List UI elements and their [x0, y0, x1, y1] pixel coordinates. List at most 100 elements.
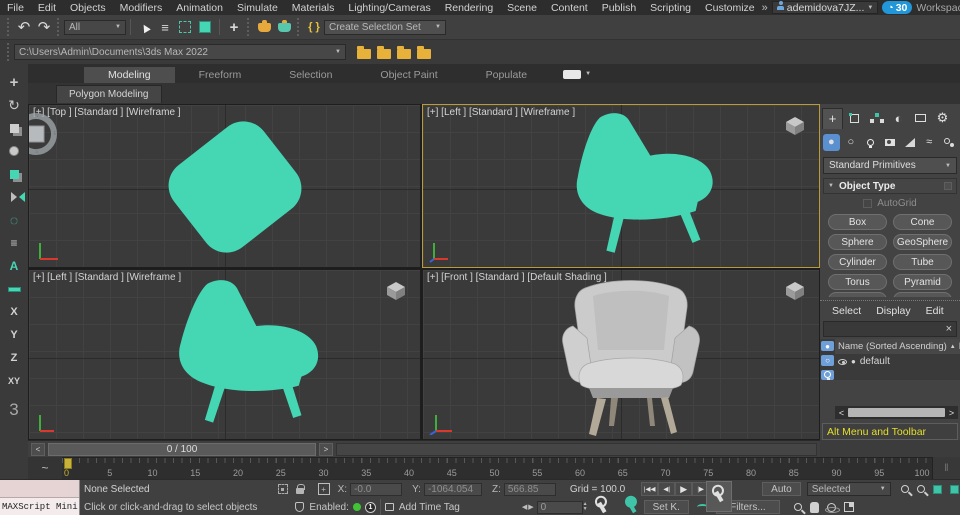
menu-overflow-chevron-icon[interactable]: »	[762, 2, 768, 14]
explorer-menu-edit[interactable]: Edit	[926, 305, 944, 317]
filter-geometry-icon[interactable]: ●	[821, 341, 834, 352]
zoom-all-icon[interactable]	[916, 485, 925, 493]
toolbar-grip[interactable]	[7, 18, 11, 36]
select-and-move-icon[interactable]: +	[3, 72, 25, 92]
project-folder-settings-icon[interactable]	[354, 42, 374, 62]
geosphere-button[interactable]: GeoSphere	[893, 234, 952, 250]
create-tab-plus-icon[interactable]: +	[822, 107, 843, 129]
menu-edit[interactable]: Edit	[31, 2, 63, 14]
systems-category-icon[interactable]	[940, 134, 957, 151]
menu-objects[interactable]: Objects	[63, 2, 113, 14]
box-button[interactable]: Box	[828, 214, 887, 230]
create-selection-set-dropdown[interactable]: Create Selection Set ▼	[324, 19, 446, 35]
menu-simulate[interactable]: Simulate	[230, 2, 285, 14]
viewport-top-label[interactable]: [+] [Top ] [Standard ] [Wireframe ]	[33, 107, 181, 118]
maximize-viewport-toggle-icon[interactable]	[843, 502, 854, 512]
hierarchy-tab-icon[interactable]	[866, 108, 887, 129]
select-by-name-icon[interactable]: ≡	[155, 17, 175, 37]
set-keys-big-button[interactable]	[706, 481, 732, 512]
modify-tab-icon[interactable]	[844, 108, 865, 129]
axis-constraint-y[interactable]: Y	[3, 325, 25, 345]
play-animation-icon[interactable]: ▶	[675, 482, 693, 496]
spacewarps-category-icon[interactable]: ≈	[921, 134, 938, 151]
scrollbar-track[interactable]	[848, 408, 945, 417]
chevron-down-icon[interactable]: ▼	[585, 71, 591, 77]
selection-lock-icon[interactable]	[295, 484, 305, 494]
viewport-left-top-label[interactable]: [+] [Left ] [Standard ] [Wireframe ]	[427, 107, 575, 118]
menu-scripting[interactable]: Scripting	[643, 2, 698, 14]
add-time-tag[interactable]: Add Time Tag	[399, 502, 460, 513]
filter-lights-icon[interactable]	[821, 369, 834, 381]
frame-step-back-icon[interactable]: ◀	[522, 503, 527, 511]
cylinder-button[interactable]: Cylinder	[828, 254, 887, 270]
clipped-button[interactable]	[893, 292, 952, 297]
orbit-icon[interactable]	[824, 502, 840, 513]
filter-shapes-icon[interactable]: ○	[821, 355, 834, 366]
crossing-selection-icon[interactable]	[195, 17, 215, 37]
viewcube-top-view[interactable]: N W E S	[29, 113, 57, 155]
tube-button[interactable]: Tube	[893, 254, 952, 270]
viewport-left-bottom[interactable]: [+] [Left ] [Standard ] [Wireframe ]	[28, 269, 421, 440]
viewport-front[interactable]: [+] [Front ] [Standard ] [Default Shadin…	[422, 269, 820, 440]
time-slider-handle[interactable]: 0 / 100	[48, 442, 316, 456]
isolate-selection-icon[interactable]	[277, 484, 288, 494]
undo-icon[interactable]: ↶	[14, 17, 34, 37]
explorer-header-row[interactable]: Name (Sorted Ascending) ▲ Frozen	[835, 339, 960, 354]
quick-align-icon[interactable]: A	[3, 256, 25, 276]
menu-modifiers[interactable]: Modifiers	[113, 2, 170, 14]
menu-scene[interactable]: Scene	[500, 2, 544, 14]
trial-timer-badge[interactable]: ◔ 30	[882, 1, 913, 14]
display-tab-icon[interactable]	[910, 108, 931, 129]
project-path-dropdown[interactable]: C:\Users\Admin\Documents\3ds Max 2022 ▼	[14, 44, 346, 60]
toolbar-grip[interactable]	[247, 18, 251, 36]
transform-type-in-icon[interactable]: +	[317, 483, 330, 495]
toolbar-grip[interactable]	[7, 43, 11, 61]
axis-constraint-x[interactable]: X	[3, 302, 25, 322]
set-key-button[interactable]: Set K.	[643, 500, 689, 514]
tab-object-paint[interactable]: Object Paint	[356, 67, 461, 83]
object-type-rollout[interactable]: ▼ Object Type	[823, 178, 957, 194]
axis-constraint-xy[interactable]: XY	[3, 371, 25, 391]
align-icon[interactable]: ≡	[3, 233, 25, 253]
helpers-category-icon[interactable]	[901, 134, 918, 151]
current-frame-field[interactable]: 0	[536, 500, 583, 514]
select-and-move-icon[interactable]: +	[224, 17, 244, 37]
scene-security-shield-icon[interactable]	[295, 502, 305, 512]
scroll-right-icon[interactable]: >	[945, 408, 958, 418]
trackbar-end-handle[interactable]: ‖	[932, 457, 960, 479]
maxscript-mini-input[interactable]	[0, 480, 79, 498]
polygon-modeling-panel[interactable]: Polygon Modeling	[56, 84, 162, 103]
zoom-extents-all-icon[interactable]	[949, 484, 959, 494]
maxscript-mini-listener[interactable]: MAXScript Mini	[0, 480, 80, 515]
explorer-menu-select[interactable]: Select	[832, 305, 861, 317]
new-folder-icon[interactable]	[374, 42, 394, 62]
menu-animation[interactable]: Animation	[169, 2, 230, 14]
frame-step-forward-icon[interactable]: ▶	[528, 503, 533, 511]
mirror-icon[interactable]	[3, 187, 25, 207]
menu-publish[interactable]: Publish	[595, 2, 643, 14]
folder-nodes-icon[interactable]	[414, 42, 434, 62]
motion-tab-icon[interactable]: ◐	[888, 108, 909, 129]
toolbar-grip[interactable]	[297, 18, 301, 36]
viewcube-mini[interactable]	[384, 280, 408, 302]
geometry-category-icon[interactable]: ●	[823, 133, 840, 151]
rollout-pin-icon[interactable]	[944, 182, 952, 190]
time-slider-forward-icon[interactable]: >	[319, 442, 333, 456]
clear-search-icon[interactable]: ×	[946, 323, 952, 335]
viewport-left-top[interactable]: [+] [Left ] [Standard ] [Wireframe ]	[422, 104, 820, 268]
maxscript-mini-label[interactable]: MAXScript Mini	[0, 498, 79, 515]
viewport-front-label[interactable]: [+] [Front ] [Standard ] [Default Shadin…	[427, 272, 607, 283]
redo-icon[interactable]: ↷	[34, 17, 54, 37]
cone-button[interactable]: Cone	[893, 214, 952, 230]
render-production-teapot-icon[interactable]	[274, 17, 294, 37]
toolbar-grip[interactable]	[57, 18, 61, 36]
shapes-category-icon[interactable]: ○	[843, 134, 860, 151]
select-and-scale-icon[interactable]	[3, 118, 25, 138]
explorer-row-default[interactable]: ● default	[835, 354, 960, 369]
ribbon-config-icon[interactable]	[563, 70, 582, 79]
set-key-filters-key-icon[interactable]	[627, 501, 637, 513]
maxscript-braces-icon[interactable]: { }	[304, 17, 324, 37]
viewport-top[interactable]: [+] [Top ] [Standard ] [Wireframe ] N W …	[28, 104, 421, 268]
menu-materials[interactable]: Materials	[285, 2, 342, 14]
timeline-ruler[interactable]: 0 5 10 15 20 25 30 35 40 45 50 55 60 65 70 75 80 85 90 95 1…	[62, 457, 932, 479]
